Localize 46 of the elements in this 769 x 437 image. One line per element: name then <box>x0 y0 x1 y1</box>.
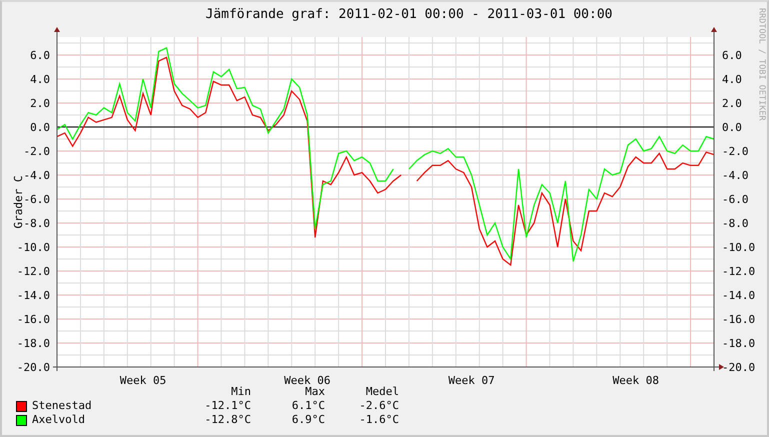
y-axis-label: Grader C <box>12 176 25 228</box>
y-tick-label: -18.0 <box>16 337 50 350</box>
y-tick-label: -12.0 <box>722 265 756 278</box>
y-tick-label: -14.0 <box>16 289 50 302</box>
y-tick-label: -8.0 <box>24 217 50 230</box>
y-tick-label: -2.0 <box>24 145 50 158</box>
y-tick-label: 2.0 <box>30 97 50 110</box>
legend-name: Stenestad <box>32 399 93 413</box>
legend-header: Medel <box>364 385 399 399</box>
x-tick-label: Week 08 <box>612 374 659 387</box>
y-tick-label: -14.0 <box>722 289 756 302</box>
y-tick-label: 2.0 <box>722 97 742 110</box>
y-tick-label: 6.0 <box>722 49 742 62</box>
legend-value: -1.6°C <box>358 413 399 427</box>
y-tick-label: -16.0 <box>16 313 50 326</box>
y-tick-label: -16.0 <box>722 313 756 326</box>
y-tick-label: -2.0 <box>722 145 748 158</box>
chart-title: Jämförande graf: 2011-02-01 00:00 - 2011-03-01 00:00 <box>204 6 614 24</box>
y-tick-label: -4.0 <box>722 169 748 182</box>
x-tick-label: Week 07 <box>448 374 495 387</box>
y-tick-label: -10.0 <box>16 241 50 254</box>
y-tick-label: -20.0 <box>722 361 756 374</box>
legend-value: 6.1°C <box>290 399 325 413</box>
y-tick-label: 6.0 <box>30 49 50 62</box>
legend-value: 6.9°C <box>290 413 325 427</box>
y-tick-label: -6.0 <box>24 193 50 206</box>
legend-header: Max <box>304 385 325 399</box>
y-tick-label: 0.0 <box>30 121 50 134</box>
legend-value: -12.8°C <box>204 413 251 427</box>
y-tick-label: 0.0 <box>722 121 742 134</box>
legend-value: -12.1°C <box>204 399 251 413</box>
y-tick-label: -6.0 <box>722 193 748 206</box>
y-tick-label: 4.0 <box>30 73 50 86</box>
legend-name: Axelvold <box>32 413 86 427</box>
x-tick-label: Week 05 <box>120 374 166 387</box>
y-tick-label: 4.0 <box>722 73 742 86</box>
y-tick-label: -20.0 <box>16 361 50 374</box>
y-tick-label: -8.0 <box>722 217 748 230</box>
credit-text: RRDTOOL / TOBI OETIKER <box>756 8 766 121</box>
legend-value: -2.6°C <box>358 399 399 413</box>
legend-header: Min <box>230 385 251 399</box>
y-tick-label: -12.0 <box>16 265 50 278</box>
y-tick-label: -10.0 <box>722 241 756 254</box>
x-tick-label: Week 06 <box>284 374 330 387</box>
y-tick-label: -18.0 <box>722 337 756 350</box>
y-tick-label: -4.0 <box>24 169 50 182</box>
